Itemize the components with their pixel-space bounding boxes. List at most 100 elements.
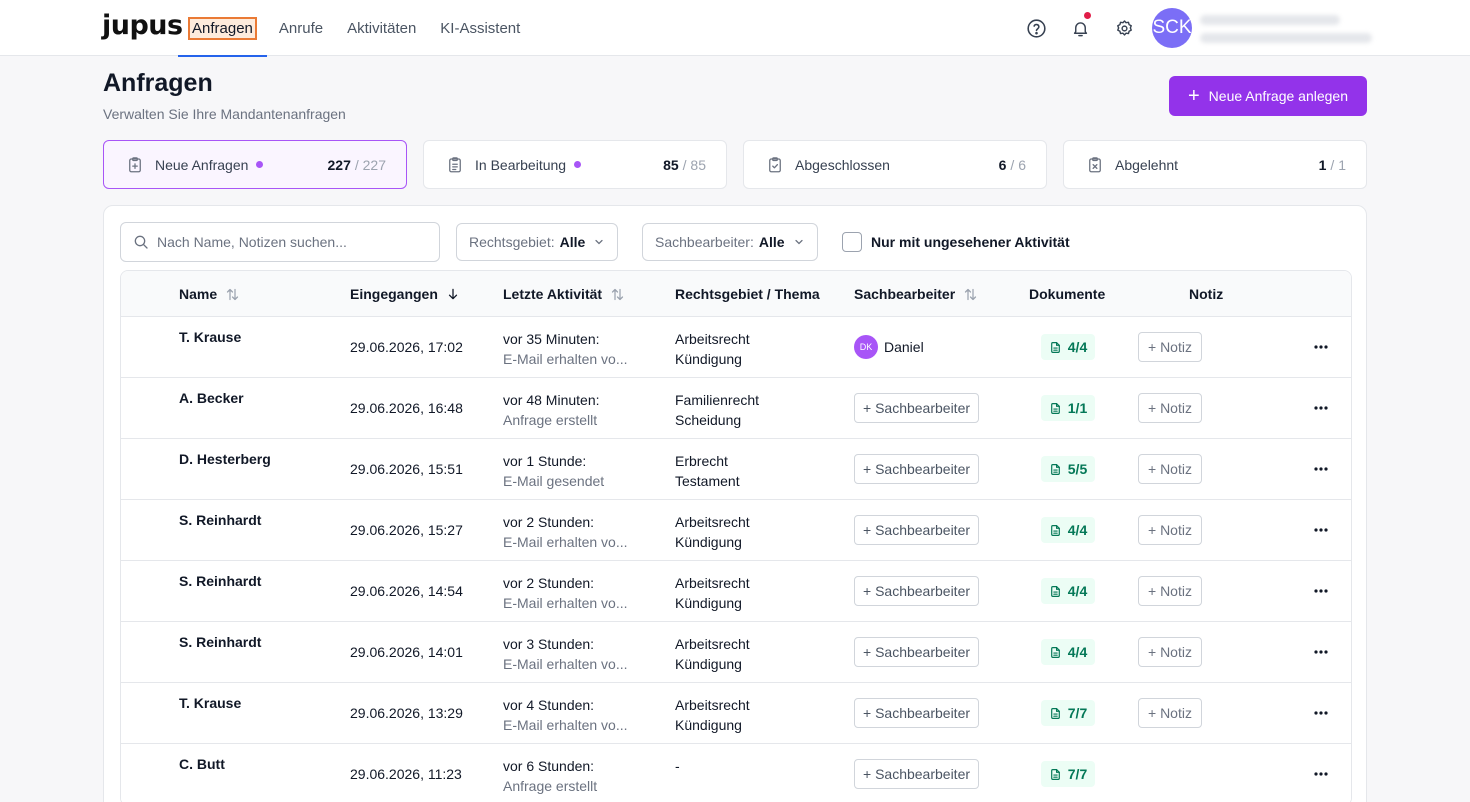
documents-badge[interactable]: 4/4 [1040,578,1096,604]
row-activity: vor 1 Stunde: E-Mail gesendet [503,451,604,491]
rechtsgebiet-filter[interactable]: Rechtsgebiet: Alle [456,223,619,261]
new-request-button[interactable]: + Neue Anfrage anlegen [1169,76,1367,116]
column-header-sachbearbeiter[interactable]: Sachbearbeiter [854,286,978,302]
status-card-label: Neue Anfragen [155,156,249,173]
legal-area: Arbeitsrecht [675,514,750,530]
status-card-total: / 227 [354,156,386,173]
documents-count: 4/4 [1067,644,1088,660]
nav-tab-anrufe[interactable]: Anrufe [267,0,335,56]
more-options-icon[interactable] [1313,703,1329,723]
table-row[interactable]: T. Krause 29.06.2026, 17:02 vor 35 Minuten… [121,317,1351,378]
add-agent-button[interactable]: + Sachbearbeiter [854,637,980,667]
add-note-button[interactable]: + Notiz [1138,698,1202,728]
legal-area: Arbeitsrecht [675,331,750,347]
documents-count: 7/7 [1067,705,1088,721]
legal-area: Arbeitsrecht [675,697,750,713]
more-options-icon[interactable] [1313,642,1329,662]
user-avatar[interactable]: SCK [1152,8,1192,48]
more-options-icon[interactable] [1313,398,1329,418]
column-header-letzte-aktivitaet[interactable]: Letzte Aktivität [503,286,625,302]
table-row[interactable]: A. Becker 29.06.2026, 16:48 vor 48 Minuten… [121,378,1351,439]
more-options-icon[interactable] [1313,337,1329,357]
documents-badge[interactable]: 1/1 [1040,395,1096,421]
activity-time: vor 6 Stunden: [503,758,595,774]
status-card-abgelehnt[interactable]: Abgelehnt 1 / 1 [1063,140,1367,189]
activity-time: vor 48 Minuten: [503,392,600,408]
documents-badge[interactable]: 5/5 [1040,456,1096,482]
documents-badge[interactable]: 7/7 [1040,700,1096,726]
search-input[interactable] [157,234,427,250]
legal-topic: Kündigung [675,656,742,672]
status-card-neue-anfragen[interactable]: Neue Anfragen 227 / 227 [103,140,407,189]
add-agent-button[interactable]: + Sachbearbeiter [854,515,980,545]
column-header-label: Name [179,286,218,302]
sort-desc-icon [446,287,460,301]
add-agent-button[interactable]: + Sachbearbeiter [854,576,980,606]
activity-time: vor 2 Stunden: [503,575,595,591]
documents-badge[interactable]: 4/4 [1040,639,1096,665]
add-note-button[interactable]: + Notiz [1138,515,1202,545]
agent-avatar: DK [854,335,878,359]
table-row[interactable]: S. Reinhardt 29.06.2026, 14:01 vor 3 Stund… [121,622,1351,683]
assigned-agent[interactable]: DK Daniel [854,332,924,362]
clipboard-plus-icon [126,156,144,174]
table-row[interactable]: S. Reinhardt 29.06.2026, 15:27 vor 2 Stund… [121,500,1351,561]
unseen-activity-checkbox[interactable] [842,232,862,252]
requests-table: Name Eingegangen Letzte Aktivität Rechts… [120,270,1352,802]
add-agent-button[interactable]: + Sachbearbeiter [854,393,980,423]
nav-tab-anfragen[interactable]: Anfragen [178,0,267,57]
gear-icon[interactable] [1112,16,1136,40]
add-note-button[interactable]: + Notiz [1138,637,1202,667]
add-agent-button[interactable]: + Sachbearbeiter [854,454,980,484]
sachbearbeiter-filter[interactable]: Sachbearbeiter: Alle [642,223,818,261]
agent-name: Daniel [884,339,924,355]
filter-value: Alle [559,234,586,250]
table-row[interactable]: T. Krause 29.06.2026, 13:29 vor 4 Stunden:… [121,683,1351,744]
column-header-eingegangen[interactable]: Eingegangen [350,286,460,302]
table-row[interactable]: D. Hesterberg 29.06.2026, 15:51 vor 1 Stun… [121,439,1351,500]
table-row[interactable]: C. Butt 29.06.2026, 11:23 vor 6 Stunden: An… [121,744,1351,802]
status-card-total: / 85 [682,156,706,173]
column-header-name[interactable]: Name [179,286,240,302]
documents-count: 4/4 [1067,583,1088,599]
help-icon[interactable] [1024,16,1048,40]
add-note-button[interactable]: + Notiz [1138,393,1202,423]
status-card-in-bearbeitung[interactable]: In Bearbeitung 85 / 85 [423,140,727,189]
documents-badge[interactable]: 4/4 [1040,517,1096,543]
nav-tab-label: Aktivitäten [347,19,417,37]
clipboard-check-icon [766,156,784,174]
checkbox-label: Nur mit ungesehener Aktivität [871,234,1070,250]
column-header-label: Rechtsgebiet / Thema [675,286,820,302]
legal-topic: Kündigung [675,595,742,611]
document-icon [1049,707,1062,720]
row-legal-area: Arbeitsrecht Kündigung [675,329,750,369]
add-agent-button[interactable]: + Sachbearbeiter [854,759,980,789]
activity-detail: Anfrage erstellt [503,778,598,794]
documents-count: 5/5 [1067,461,1088,477]
app-logo[interactable]: jupus [102,10,183,41]
more-options-icon[interactable] [1313,520,1329,540]
legal-topic: Testament [675,473,740,489]
documents-badge[interactable]: 4/4 [1040,334,1096,360]
nav-tab-ki-assistent[interactable]: KI-Assistent [428,0,532,56]
unseen-activity-filter[interactable]: Nur mit ungesehener Aktivität [842,232,1070,252]
more-options-icon[interactable] [1313,459,1329,479]
status-card-count: 85 [663,156,679,173]
status-card-count: 227 [327,156,351,173]
add-agent-button[interactable]: + Sachbearbeiter [854,698,980,728]
add-note-button[interactable]: + Notiz [1138,454,1202,484]
notification-bell-icon[interactable] [1068,12,1092,40]
table-row[interactable]: S. Reinhardt 29.06.2026, 14:54 vor 2 Stund… [121,561,1351,622]
more-options-icon[interactable] [1313,764,1329,784]
add-note-button[interactable]: + Notiz [1138,576,1202,606]
nav-tab-aktivitaeten[interactable]: Aktivitäten [335,0,428,56]
notification-dot [1084,12,1091,19]
more-options-icon[interactable] [1313,581,1329,601]
row-date: 29.06.2026, 15:27 [350,522,463,538]
add-note-button[interactable]: + Notiz [1138,332,1202,362]
row-name: T. Krause [179,329,242,345]
row-legal-area: - [675,756,680,776]
status-card-abgeschlossen[interactable]: Abgeschlossen 6 / 6 [743,140,1047,189]
legal-topic: Kündigung [675,717,742,733]
documents-badge[interactable]: 7/7 [1040,761,1096,787]
